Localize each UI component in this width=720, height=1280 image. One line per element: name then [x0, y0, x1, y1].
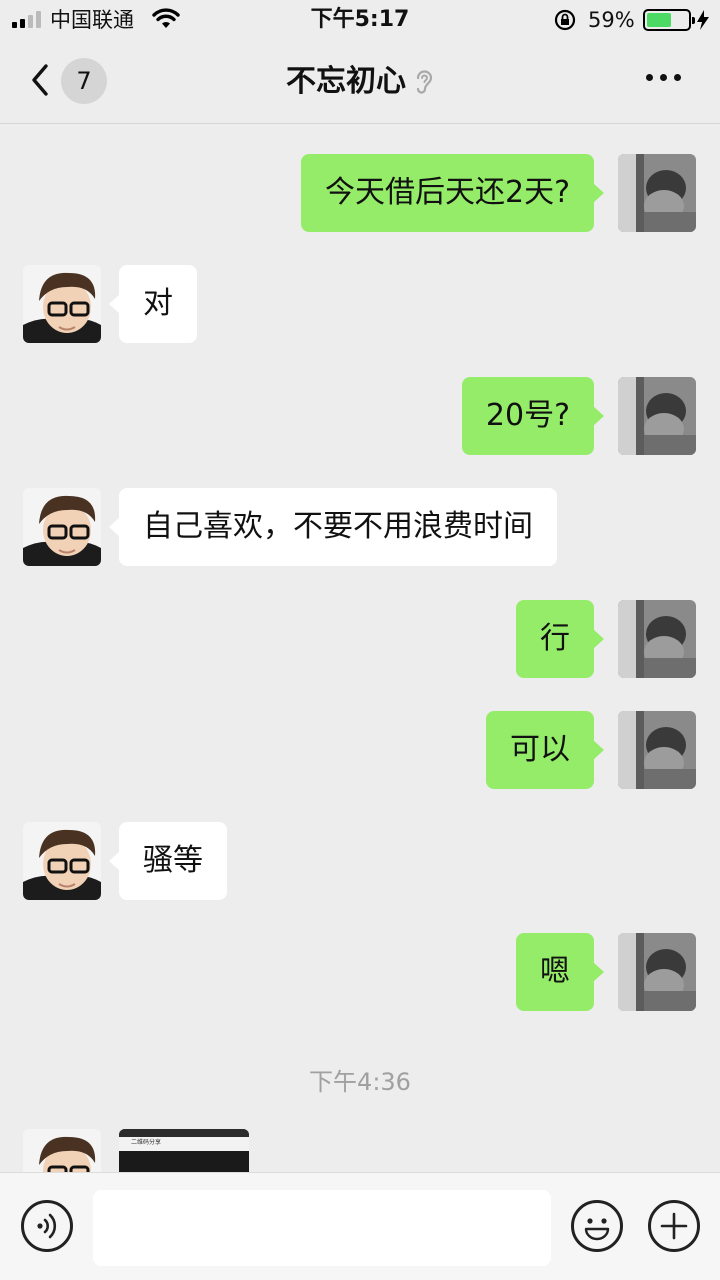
input-bar [0, 1172, 720, 1280]
contact-avatar[interactable] [23, 265, 101, 343]
plus-icon[interactable] [648, 1200, 700, 1252]
message-bubble-sent[interactable]: 今天借后天还2天? [300, 154, 605, 232]
contact-avatar[interactable] [23, 822, 101, 900]
message-input[interactable] [93, 1190, 551, 1266]
image-message-thumbnail[interactable]: 二维码分享 [119, 1129, 249, 1172]
ear-icon [416, 70, 433, 94]
my-avatar[interactable] [618, 933, 696, 1011]
chat-header: 7 不忘初心 [0, 40, 720, 124]
message-bubble-sent[interactable]: 可以 [486, 711, 604, 789]
battery-percent: 59% [588, 8, 635, 32]
image-message-caption: 二维码分享 [131, 1139, 162, 1146]
message-timestamp: 下午4:36 [309, 1068, 411, 1096]
message-bubble-received[interactable]: 骚等 [109, 822, 227, 900]
message-bubble-sent[interactable]: 20号? [461, 377, 605, 455]
my-avatar[interactable] [618, 154, 696, 232]
rotation-lock-icon [554, 9, 576, 31]
my-avatar[interactable] [618, 600, 696, 678]
status-bar: 中国联通 下午5:17 59% [0, 0, 720, 40]
more-dots-icon[interactable] [646, 74, 681, 81]
emoji-icon[interactable] [571, 1200, 623, 1252]
contact-avatar[interactable] [23, 488, 101, 566]
charging-icon [697, 10, 709, 30]
chat-title-area: 不忘初心 [0, 60, 720, 104]
my-avatar[interactable] [618, 711, 696, 789]
my-avatar[interactable] [618, 377, 696, 455]
chat-title: 不忘初心 [286, 64, 406, 99]
message-bubble-received[interactable]: 自己喜欢，不要不用浪费时间 [109, 488, 557, 566]
battery-icon [643, 9, 695, 31]
message-bubble-received[interactable]: 对 [109, 265, 197, 343]
message-bubble-sent[interactable]: 嗯 [516, 933, 604, 1011]
voice-icon[interactable] [21, 1200, 73, 1252]
contact-avatar[interactable] [23, 1129, 101, 1172]
message-list[interactable]: 今天借后天还2天? 对 20号? 自己喜欢，不要不用浪费时间 行 可以 骚等 嗯… [0, 124, 720, 1172]
message-bubble-sent[interactable]: 行 [516, 600, 604, 678]
